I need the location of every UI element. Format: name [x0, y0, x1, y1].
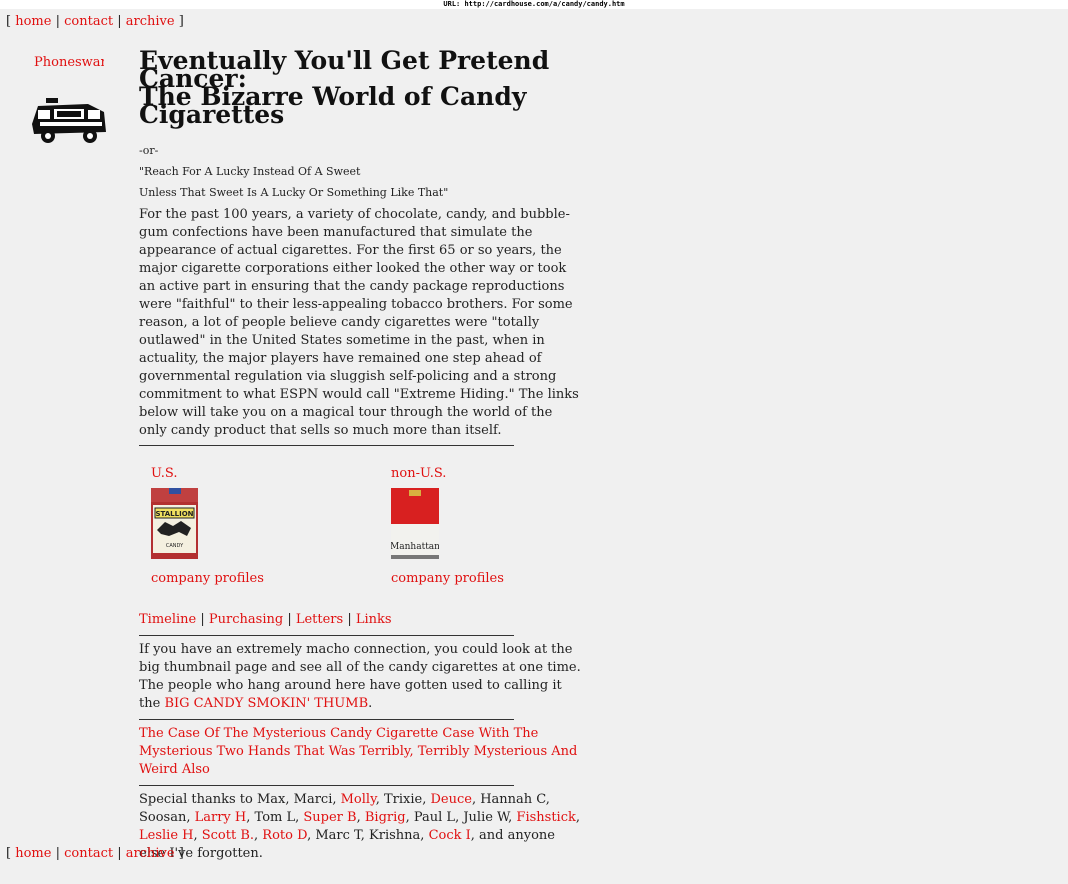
nav-bracket-close: ] — [178, 14, 184, 29]
nonus-candy-pack-image[interactable]: Manhattan — [390, 488, 440, 563]
letters-link[interactable]: Letters — [296, 612, 343, 627]
nav-bracket-close: ] — [178, 846, 184, 861]
thanks-superb-link[interactable]: Super B — [303, 810, 356, 825]
top-nav: [ home | contact | archive ] — [6, 14, 184, 29]
thanks-text: , Tom L, — [246, 810, 304, 825]
thanks-text: , — [356, 810, 365, 825]
us-column: U.S. — [151, 466, 177, 481]
links-link[interactable]: Links — [356, 612, 392, 627]
nonus-category-link[interactable]: non-U.S. — [391, 466, 446, 481]
section-links: Timeline | Purchasing | Letters | Links — [139, 611, 584, 629]
divider — [139, 719, 514, 720]
purchasing-link[interactable]: Purchasing — [209, 612, 283, 627]
thanks-text: Special thanks to — [139, 792, 257, 807]
thanks-bigrig-link[interactable]: Bigrig — [365, 810, 406, 825]
thanks-scott-link[interactable]: Scott B. — [202, 828, 254, 843]
intro-paragraph: For the past 100 years, a variety of cho… — [139, 207, 579, 438]
bottom-nav: [ home | contact | archive ] — [6, 846, 184, 861]
timeline-link[interactable]: Timeline — [139, 612, 196, 627]
us-candy-pack-image[interactable]: STALLION CANDY — [151, 488, 198, 563]
mystery-case-link[interactable]: The Case Of The Mysterious Candy Cigaret… — [139, 726, 577, 777]
divider — [139, 785, 514, 786]
links-separator: | — [200, 612, 205, 627]
thanks-text: , Marc T, Krishna, — [307, 828, 429, 843]
thanks-text: , — [193, 828, 202, 843]
phoneswan-link[interactable]: Phoneswan — [34, 55, 104, 70]
thanks-text: Max, Marci, — [256, 792, 341, 807]
nonus-column: non-U.S. — [391, 466, 446, 481]
us-company-profiles-link[interactable]: company profiles — [151, 571, 264, 586]
nav-bracket-open: [ — [6, 846, 12, 861]
nav-separator: | — [117, 14, 122, 29]
us-profiles: company profiles — [151, 571, 264, 586]
page-title: Eventually You'll Get Pretend Cancer: Th… — [139, 48, 584, 127]
nonus-profiles: company profiles — [391, 571, 504, 586]
us-category-link[interactable]: U.S. — [151, 466, 177, 481]
subtitle-alt1: "Reach For A Lucky Instead Of A Sweet — [139, 165, 361, 178]
thanks-molly-link[interactable]: Molly — [341, 792, 376, 807]
thumbnail-paragraph: If you have an extremely macho connectio… — [139, 641, 584, 713]
us-pack-brand: STALLION — [155, 510, 193, 518]
nav-home-link[interactable]: home — [15, 846, 51, 861]
main-content: Eventually You'll Get Pretend Cancer: Th… — [139, 48, 584, 863]
subtitle-alt2: Unless That Sweet Is A Lucky Or Somethin… — [139, 186, 449, 199]
url-bar: URL: http://cardhouse.com/a/candy/candy.… — [0, 0, 1068, 9]
nav-separator: | — [117, 846, 122, 861]
thanks-leslie-link[interactable]: Leslie H — [139, 828, 193, 843]
thanks-deuce-link[interactable]: Deuce — [430, 792, 471, 807]
nav-contact-link[interactable]: contact — [64, 846, 113, 861]
nav-archive-link[interactable]: archive — [126, 846, 175, 861]
thumb-text-end: . — [368, 696, 373, 711]
thanks-text: , Paul L, Julie W, — [405, 810, 517, 825]
thanks-fishstick-link[interactable]: Fishstick — [516, 810, 575, 825]
big-candy-thumb-link[interactable]: BIG CANDY SMOKIN' THUMB — [164, 696, 368, 711]
subtitle-or: -or- — [139, 144, 159, 157]
nav-separator: | — [55, 14, 60, 29]
thanks-text: , — [575, 810, 580, 825]
links-separator: | — [287, 612, 292, 627]
nav-archive-link[interactable]: archive — [126, 14, 175, 29]
nav-home-link[interactable]: home — [15, 14, 51, 29]
divider — [139, 635, 514, 636]
thanks-larry-link[interactable]: Larry H — [195, 810, 247, 825]
us-pack-text: CANDY — [166, 543, 184, 549]
ambulance-icon[interactable] — [30, 96, 108, 152]
thanks-paragraph: Special thanks to Max, Marci, Molly, Tri… — [139, 791, 584, 863]
thanks-cock-link[interactable]: Cock I — [429, 828, 471, 843]
thanks-text: , Trixie, — [375, 792, 431, 807]
nonus-pack-brand: Manhattan — [391, 542, 439, 552]
nav-bracket-open: [ — [6, 14, 12, 29]
links-separator: | — [347, 612, 352, 627]
page-title-line2: The Bizarre World of Candy Cigarettes — [139, 82, 527, 129]
nav-contact-link[interactable]: contact — [64, 14, 113, 29]
thanks-roto-link[interactable]: Roto D — [262, 828, 307, 843]
nonus-company-profiles-link[interactable]: company profiles — [391, 571, 504, 586]
nav-separator: | — [55, 846, 60, 861]
category-section: U.S. STALLION CANDY company profiles non… — [139, 446, 584, 611]
mystery-paragraph: The Case Of The Mysterious Candy Cigaret… — [139, 725, 584, 779]
